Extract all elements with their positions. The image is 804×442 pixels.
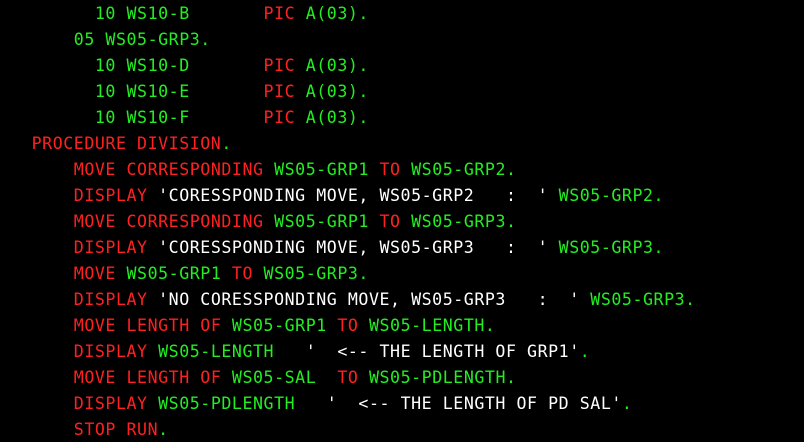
cobol-identifier: WS05-LENGTH. <box>358 316 496 335</box>
cobol-identifier <box>190 4 264 23</box>
cobol-identifier: 10 WS10-B <box>94 4 190 23</box>
cobol-identifier: 10 WS10-D <box>94 56 190 75</box>
cobol-identifier: 05 WS05-GRP3. <box>73 30 211 49</box>
cobol-identifier: WS05-GRP3. <box>253 264 369 283</box>
cobol-identifier: WS05-GRP2. <box>548 186 665 205</box>
cobol-identifier <box>190 56 264 75</box>
cobol-keyword: TO <box>379 160 401 179</box>
cobol-identifier: WS05-LENGTH <box>147 342 296 361</box>
code-line[interactable]: DISPLAY WS05-LENGTH ' <-- THE LENGTH OF … <box>0 339 590 365</box>
cobol-keyword: PIC <box>263 4 296 23</box>
cobol-identifier: 10 WS10-F <box>94 108 190 127</box>
cobol-identifier: WS05-GRP3. <box>400 212 517 231</box>
cobol-keyword: DISPLAY <box>73 394 148 413</box>
cobol-keyword: DISPLAY <box>73 238 148 257</box>
cobol-identifier: . <box>158 420 169 439</box>
cobol-identifier <box>295 56 306 75</box>
cobol-identifier: A(03). <box>305 4 369 23</box>
cobol-keyword: PIC <box>263 82 296 101</box>
code-line[interactable]: DISPLAY 'CORESSPONDING MOVE, WS05-GRP3 :… <box>0 235 664 261</box>
cobol-keyword: PROCEDURE DIVISION <box>31 134 222 153</box>
code-line[interactable]: MOVE WS05-GRP1 TO WS05-GRP3. <box>0 261 369 287</box>
cobol-identifier <box>190 108 264 127</box>
cobol-keyword: MOVE LENGTH OF <box>73 316 222 335</box>
cobol-identifier: WS05-PDLENGTH <box>147 394 317 413</box>
cobol-identifier <box>295 4 306 23</box>
string-literal: 'CORESSPONDING MOVE, WS05-GRP3 : ' <box>147 238 549 257</box>
cobol-keyword: MOVE <box>73 264 116 283</box>
code-line[interactable]: MOVE LENGTH OF WS05-SAL TO WS05-PDLENGTH… <box>0 365 517 391</box>
cobol-identifier <box>295 82 306 101</box>
cobol-identifier: WS05-GRP3. <box>548 238 665 257</box>
code-line[interactable]: MOVE CORRESPONDING WS05-GRP1 TO WS05-GRP… <box>0 209 517 235</box>
cobol-identifier: WS05-SAL <box>221 368 338 387</box>
cobol-identifier: WS05-PDLENGTH. <box>358 368 517 387</box>
cobol-identifier: A(03). <box>305 108 369 127</box>
cobol-keyword: MOVE CORRESPONDING <box>73 212 264 231</box>
code-line[interactable]: DISPLAY 'CORESSPONDING MOVE, WS05-GRP2 :… <box>0 183 664 209</box>
cobol-identifier: 10 WS10-E <box>94 82 190 101</box>
code-line[interactable]: 10 WS10-E PIC A(03). <box>0 79 369 105</box>
code-line[interactable]: DISPLAY 'NO CORESSPONDING MOVE, WS05-GRP… <box>0 287 696 313</box>
code-line[interactable]: 10 WS10-B PIC A(03). <box>0 1 369 27</box>
cobol-identifier: A(03). <box>305 82 369 101</box>
cobol-identifier: WS05-GRP1 <box>263 160 380 179</box>
code-line[interactable]: PROCEDURE DIVISION. <box>0 131 232 157</box>
cobol-identifier: . <box>621 394 633 413</box>
cobol-identifier <box>295 108 306 127</box>
code-line[interactable]: MOVE CORRESPONDING WS05-GRP1 TO WS05-GRP… <box>0 157 517 183</box>
string-literal: ' <-- THE LENGTH OF PD SAL' <box>316 394 622 413</box>
code-line[interactable]: 10 WS10-D PIC A(03). <box>0 53 369 79</box>
cobol-keyword: PIC <box>263 108 296 127</box>
cobol-keyword: MOVE LENGTH OF <box>73 368 222 387</box>
code-line[interactable]: 05 WS05-GRP3. <box>0 27 211 53</box>
cobol-keyword: MOVE CORRESPONDING <box>73 160 264 179</box>
cobol-identifier: . <box>579 342 591 361</box>
string-literal: ' <-- THE LENGTH OF GRP1' <box>295 342 580 361</box>
cobol-identifier: WS05-GRP1 <box>115 264 232 283</box>
cobol-identifier: WS05-GRP3. <box>579 290 696 309</box>
code-editor-screen[interactable]: 10 WS10-B PIC A(03). 05 WS05-GRP3. 10 WS… <box>0 0 804 442</box>
cobol-keyword: TO <box>379 212 401 231</box>
cobol-keyword: TO <box>337 368 359 387</box>
cobol-identifier: WS05-GRP2. <box>400 160 517 179</box>
code-line[interactable]: DISPLAY WS05-PDLENGTH ' <-- THE LENGTH O… <box>0 391 632 417</box>
cobol-identifier: . <box>221 134 232 153</box>
string-literal: 'NO CORESSPONDING MOVE, WS05-GRP3 : ' <box>147 290 580 309</box>
cobol-keyword: DISPLAY <box>73 290 148 309</box>
cobol-identifier: WS05-GRP1 <box>221 316 338 335</box>
code-line[interactable]: MOVE LENGTH OF WS05-GRP1 TO WS05-LENGTH. <box>0 313 495 339</box>
cobol-keyword: TO <box>337 316 359 335</box>
cobol-keyword: DISPLAY <box>73 342 148 361</box>
cobol-identifier: A(03). <box>305 56 369 75</box>
string-literal: 'CORESSPONDING MOVE, WS05-GRP2 : ' <box>147 186 549 205</box>
cobol-identifier <box>190 82 264 101</box>
code-line[interactable]: STOP RUN. <box>0 417 169 442</box>
cobol-keyword: STOP RUN <box>73 420 159 439</box>
cobol-keyword: TO <box>231 264 254 283</box>
code-line[interactable]: 10 WS10-F PIC A(03). <box>0 105 369 131</box>
cobol-identifier: WS05-GRP1 <box>263 212 380 231</box>
cobol-keyword: DISPLAY <box>73 186 148 205</box>
cobol-keyword: PIC <box>263 56 296 75</box>
